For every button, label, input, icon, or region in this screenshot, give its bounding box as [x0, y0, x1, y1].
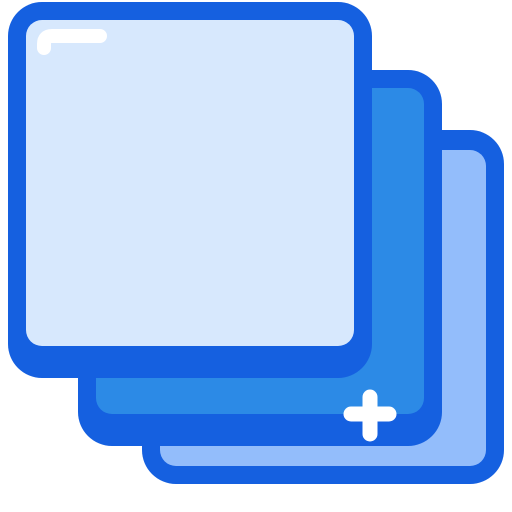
layers-add-icon-graphic [8, 2, 504, 484]
front-layer [8, 2, 372, 378]
layers-add-icon [0, 0, 512, 512]
front-layer-fill [26, 20, 354, 346]
